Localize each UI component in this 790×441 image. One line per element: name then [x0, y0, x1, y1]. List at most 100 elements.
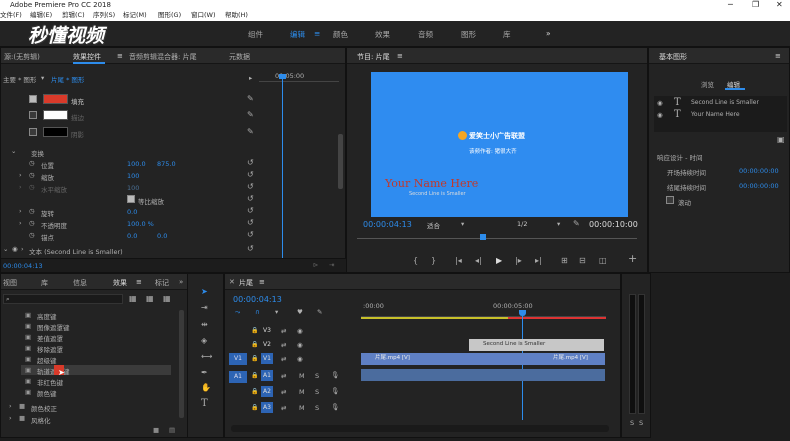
effect-item[interactable]: ▣ 非红色键 — [21, 376, 171, 387]
tab-effect-controls[interactable]: 效果控件 — [73, 52, 101, 62]
effect-item[interactable]: ▣ 差值遮罩 — [21, 332, 171, 343]
mute-button[interactable]: M — [299, 372, 305, 380]
stroke-eyedropper-icon[interactable]: ✎ — [247, 111, 254, 119]
track-lock-icon[interactable]: 🔒 — [251, 341, 258, 348]
video-clip-2[interactable]: 片尾.mp4 [V] — [539, 353, 605, 365]
go-to-in-icon[interactable]: |◂ — [455, 257, 462, 265]
ripple-edit-tool-icon[interactable]: ⇹ — [201, 321, 208, 329]
snap-icon[interactable]: ⤳ — [235, 308, 240, 317]
track-select-tool-icon[interactable]: ⇥ — [201, 304, 208, 312]
opacity-stopwatch-icon[interactable]: ◷ — [29, 219, 35, 227]
track-lock-icon[interactable]: 🔒 — [251, 372, 258, 379]
slip-tool-icon[interactable]: ⟷ — [201, 353, 212, 361]
eye-icon[interactable]: ◉ — [297, 355, 303, 363]
scale-stopwatch-icon[interactable]: ◷ — [29, 171, 35, 179]
roll-checkbox[interactable] — [666, 196, 674, 204]
fit-dropdown-arrow-icon[interactable]: ▾ — [461, 220, 464, 228]
track-lock-icon[interactable]: 🔒 — [251, 355, 258, 362]
menu-sequence[interactable]: 序列(S) — [93, 10, 115, 21]
program-menu-icon[interactable]: ≡ — [397, 52, 403, 60]
menu-help[interactable]: 帮助(H) — [225, 10, 248, 21]
source-patch-a1[interactable]: A1 — [229, 371, 247, 383]
marker-icon[interactable]: ♥ — [297, 308, 303, 316]
opacity-value[interactable]: 100.0 % — [127, 220, 154, 228]
fill-eyedropper-icon[interactable]: ✎ — [247, 95, 254, 103]
effects-menu-icon[interactable]: ≡ — [136, 278, 142, 286]
folder-expand-icon[interactable]: › — [9, 414, 12, 422]
track-target[interactable]: V3 — [261, 325, 273, 336]
position-reset-icon[interactable]: ↺ — [247, 159, 254, 167]
stroke-swatch[interactable] — [43, 110, 68, 120]
sync-lock-icon[interactable]: ⇄ — [281, 327, 286, 335]
fit-dropdown[interactable]: 适合 — [427, 220, 440, 230]
play-icon[interactable]: ▶ — [496, 257, 502, 265]
track-lock-icon[interactable]: 🔒 — [251, 404, 258, 411]
linked-selection-icon[interactable]: ∩ — [255, 308, 260, 316]
menu-window[interactable]: 窗口(W) — [191, 10, 216, 21]
minimize-icon[interactable]: ─ — [728, 0, 733, 10]
layer-2[interactable]: Your Name Here — [691, 111, 740, 118]
text-layer-chevron-icon[interactable]: ⌄ — [3, 245, 8, 253]
scale-width-stopwatch-icon[interactable]: ◷ — [29, 183, 35, 191]
workspace-editing[interactable]: 编辑 — [290, 29, 305, 40]
sync-lock-icon[interactable]: ⇄ — [281, 372, 286, 380]
mark-out-icon[interactable]: } — [431, 257, 436, 265]
workspace-effects[interactable]: 效果 — [375, 29, 390, 40]
tab-info[interactable]: 信息 — [73, 278, 87, 288]
tab-effects[interactable]: 效果 — [113, 278, 127, 288]
rotation-expand-icon[interactable]: › — [19, 207, 22, 215]
anchor-x[interactable]: 0.0 — [127, 232, 137, 240]
resolution-dropdown[interactable]: 1/2 — [517, 220, 527, 228]
solo-button[interactable]: S — [315, 372, 319, 380]
scale-expand-icon[interactable]: › — [19, 171, 22, 179]
timeline-settings-icon[interactable]: ✎ — [317, 308, 322, 316]
program-tab[interactable]: 节目: 片尾 — [357, 52, 390, 62]
effect-playhead[interactable] — [282, 75, 283, 268]
transform-chevron-icon[interactable]: ⌄ — [11, 147, 16, 155]
workspace-assembly[interactable]: 组件 — [248, 29, 263, 40]
track-lock-icon[interactable]: 🔒 — [251, 327, 258, 334]
video-clip-1[interactable]: 片尾.mp4 [V] — [361, 353, 539, 365]
scale-width-expand-icon[interactable]: › — [19, 183, 22, 191]
scale-width-reset-icon[interactable]: ↺ — [247, 183, 254, 191]
rotation-reset-icon[interactable]: ↺ — [247, 207, 254, 215]
menu-edit[interactable]: 编辑(E) — [30, 10, 52, 21]
resolution-arrow-icon[interactable]: ▾ — [557, 220, 560, 228]
add-button-icon[interactable]: + — [628, 253, 637, 264]
step-forward-icon[interactable]: |▸ — [515, 257, 522, 265]
tab-view[interactable]: 视图 — [3, 278, 17, 288]
new-layer-icon[interactable]: ▣ — [777, 135, 785, 144]
outro-duration-value[interactable]: 00:00:00:00 — [739, 182, 779, 190]
accelerated-icon[interactable]: ▦ — [129, 294, 137, 303]
fill-swatch[interactable] — [43, 94, 68, 104]
effects-scrollbar[interactable] — [179, 310, 184, 418]
settings-wrench-icon[interactable]: ✎ — [573, 220, 580, 228]
timeline-menu-icon[interactable]: ≡ — [259, 278, 265, 286]
sync-lock-icon[interactable]: ⇄ — [281, 388, 286, 396]
sync-lock-icon[interactable]: ⇄ — [281, 355, 286, 363]
tab-source[interactable]: 源:(无剪辑) — [4, 52, 40, 62]
effect-item[interactable]: ▣ 图像遮罩键 — [21, 321, 171, 332]
mark-in-icon[interactable]: { — [413, 257, 418, 265]
tab-markers[interactable]: 标记 — [155, 278, 169, 288]
effect-item[interactable]: ▣ 移除遮罩 — [21, 343, 171, 354]
32bit-icon[interactable]: ▦ — [146, 294, 154, 303]
type-tool-icon[interactable]: T — [201, 399, 208, 409]
rotation-stopwatch-icon[interactable]: ◷ — [29, 207, 35, 215]
position-stopwatch-icon[interactable]: ◷ — [29, 159, 35, 167]
track-lock-icon[interactable]: 🔒 — [251, 388, 258, 395]
filter-icon[interactable]: ⊳ — [313, 261, 318, 269]
timeline-playhead-handle[interactable] — [519, 310, 526, 316]
text-layer-eye-icon[interactable]: ◉ — [12, 245, 18, 253]
step-back-icon[interactable]: ◂| — [475, 257, 482, 265]
workspace-color[interactable]: 颜色 — [333, 29, 348, 40]
scale-reset-icon[interactable]: ↺ — [247, 171, 254, 179]
opacity-expand-icon[interactable]: › — [19, 219, 22, 227]
program-playhead[interactable] — [480, 234, 486, 240]
folder-color-correction[interactable]: 颜色校正 — [31, 403, 57, 413]
export-frame-icon[interactable]: ◫ — [599, 257, 607, 265]
menu-marker[interactable]: 标记(M) — [123, 10, 147, 21]
position-x[interactable]: 100.0 — [127, 160, 146, 168]
effect-item[interactable]: ▣轨道遮罩键➤ — [21, 365, 171, 377]
effect-playhead-handle[interactable] — [279, 74, 286, 79]
